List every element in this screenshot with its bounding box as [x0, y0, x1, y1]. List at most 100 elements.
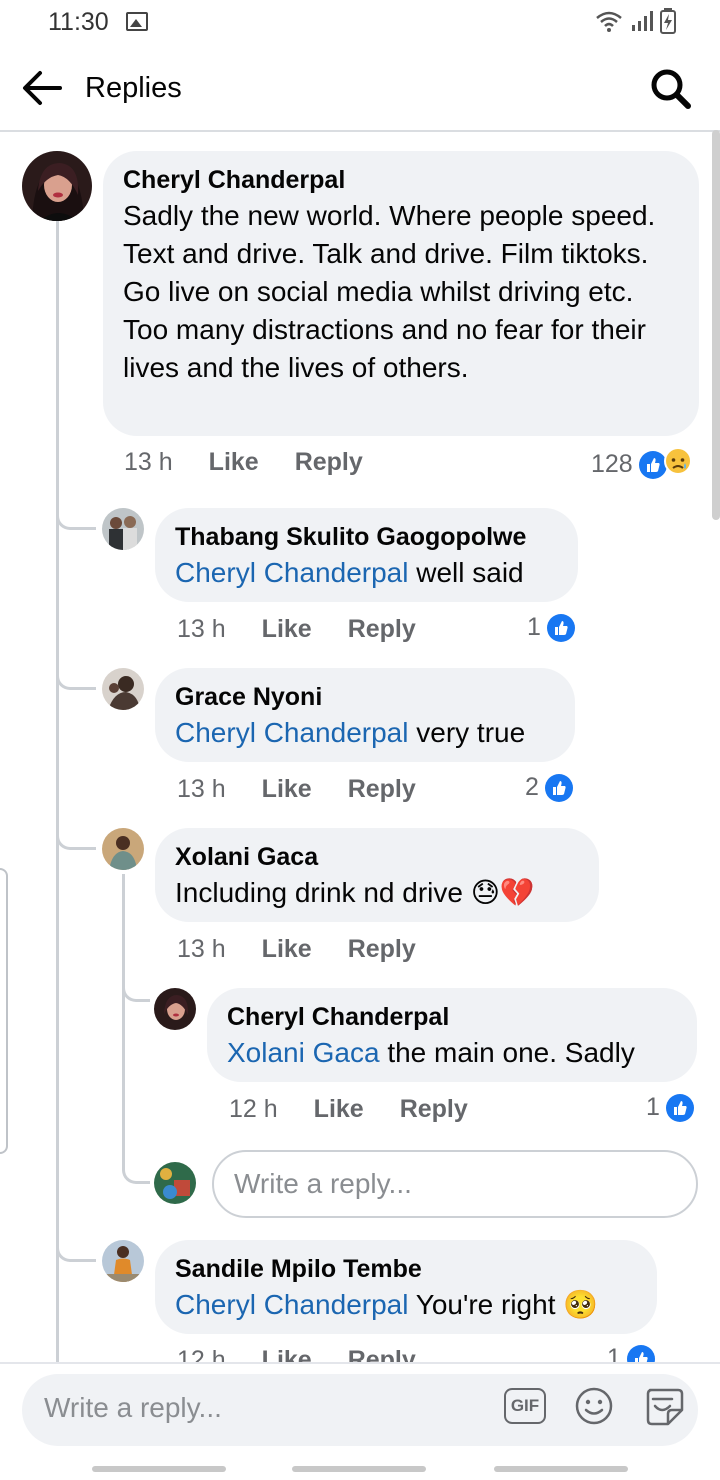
- like-button[interactable]: Like: [262, 615, 312, 644]
- current-user-avatar: [154, 1162, 196, 1204]
- like-button[interactable]: Like: [209, 448, 259, 477]
- avatar[interactable]: [154, 988, 196, 1030]
- picture-icon: [126, 12, 148, 31]
- mention-link[interactable]: Cheryl Chanderpal: [175, 1289, 408, 1320]
- comment-author[interactable]: Cheryl Chanderpal: [227, 1000, 677, 1034]
- thread-line: [56, 220, 59, 1362]
- comment-text: Cheryl Chanderpal very true: [175, 714, 555, 752]
- reaction-summary[interactable]: 1: [527, 613, 575, 642]
- sticker-icon[interactable]: [642, 1384, 686, 1428]
- comment-actions: 13 h Like Reply: [177, 935, 452, 964]
- comment-bubble[interactable]: Sandile Mpilo Tembe Cheryl Chanderpal Yo…: [155, 1240, 657, 1334]
- comment-author[interactable]: Grace Nyoni: [175, 680, 555, 714]
- nested-reply-input[interactable]: Write a reply...: [212, 1150, 698, 1218]
- comment-author[interactable]: Sandile Mpilo Tembe: [175, 1252, 637, 1286]
- reaction-count: 1: [527, 613, 541, 641]
- status-bar: 11:30: [0, 0, 720, 46]
- mention-link[interactable]: Cheryl Chanderpal: [175, 557, 408, 588]
- comment-text: Xolani Gaca the main one. Sadly: [227, 1034, 677, 1072]
- comment-thread: Cheryl Chanderpal Sadly the new world. W…: [0, 134, 720, 1362]
- back-arrow-icon[interactable]: [20, 68, 64, 108]
- comment-bubble[interactable]: Cheryl Chanderpal Xolani Gaca the main o…: [207, 988, 697, 1082]
- comment-time: 13 h: [124, 448, 173, 476]
- battery-icon: [660, 8, 676, 34]
- status-time: 11:30: [48, 8, 109, 36]
- comment-time: 12 h: [229, 1095, 278, 1123]
- comment-author[interactable]: Xolani Gaca: [175, 840, 579, 874]
- comment-text: Including drink nd drive 😓💔: [175, 877, 535, 908]
- comment-body: You're right 🥺: [408, 1289, 599, 1320]
- status-icons: [594, 8, 676, 34]
- like-button[interactable]: Like: [314, 1095, 364, 1124]
- like-button[interactable]: Like: [262, 775, 312, 804]
- comment-actions: 13 h Like Reply: [177, 615, 452, 644]
- search-icon[interactable]: [648, 66, 694, 112]
- thread-connector: [122, 972, 150, 1002]
- comment-body: the main one. Sadly: [379, 1037, 635, 1068]
- wifi-icon: [596, 11, 622, 32]
- like-button[interactable]: Like: [262, 935, 312, 964]
- comment-bubble[interactable]: Thabang Skulito Gaogopolwe Cheryl Chande…: [155, 508, 578, 602]
- thread-connector: [56, 500, 96, 530]
- comment-actions: 12 h Like Reply: [177, 1346, 452, 1362]
- reply-button[interactable]: Reply: [400, 1095, 468, 1124]
- reply-button[interactable]: Reply: [348, 615, 416, 644]
- comment-actions: 13 h Like Reply: [124, 448, 399, 477]
- thread-connector: [56, 660, 96, 690]
- reply-button[interactable]: Reply: [348, 935, 416, 964]
- comment-time: 13 h: [177, 615, 226, 643]
- avatar[interactable]: [102, 1240, 144, 1282]
- thread-line: [122, 874, 125, 1170]
- comment-author[interactable]: Cheryl Chanderpal: [123, 163, 679, 197]
- reaction-summary[interactable]: 1: [646, 1093, 694, 1122]
- reaction-count: 128: [591, 450, 633, 478]
- comment-bubble[interactable]: Grace Nyoni Cheryl Chanderpal very true: [155, 668, 575, 762]
- comment-author[interactable]: Thabang Skulito Gaogopolwe: [175, 520, 558, 554]
- reply-composer: Write a reply... GIF: [0, 1362, 720, 1480]
- like-icon: [626, 1344, 655, 1362]
- comment-time: 13 h: [177, 935, 226, 963]
- comment-body: very true: [408, 717, 526, 748]
- reaction-count: 2: [525, 773, 539, 801]
- comment-time: 12 h: [177, 1346, 226, 1362]
- comment-body: well said: [408, 557, 524, 588]
- avatar[interactable]: [102, 508, 144, 550]
- reaction-count: 1: [607, 1344, 621, 1362]
- reaction-summary[interactable]: 2: [525, 773, 573, 802]
- reply-button[interactable]: Reply: [348, 775, 416, 804]
- page-title: Replies: [85, 72, 182, 104]
- comment-text: Cheryl Chanderpal well said: [175, 554, 558, 592]
- thread-connector: [122, 1154, 150, 1184]
- mention-link[interactable]: Cheryl Chanderpal: [175, 717, 408, 748]
- avatar[interactable]: [102, 668, 144, 710]
- like-button[interactable]: Like: [262, 1346, 312, 1362]
- reply-button[interactable]: Reply: [295, 448, 363, 477]
- emoji-icon[interactable]: [574, 1386, 614, 1426]
- like-icon: [665, 1093, 694, 1122]
- reply-button[interactable]: Reply: [348, 1346, 416, 1362]
- mention-link[interactable]: Xolani Gaca: [227, 1037, 380, 1068]
- comment-actions: 13 h Like Reply: [177, 775, 452, 804]
- like-icon: [544, 773, 573, 802]
- avatar[interactable]: [22, 151, 92, 221]
- gif-icon[interactable]: GIF: [504, 1388, 546, 1424]
- like-icon: [546, 613, 575, 642]
- signal-icon: [632, 11, 653, 31]
- nav-gesture-bar[interactable]: [292, 1466, 426, 1472]
- comment-actions: 12 h Like Reply: [229, 1095, 504, 1124]
- comment-text: Cheryl Chanderpal You're right 🥺: [175, 1286, 637, 1324]
- reaction-summary[interactable]: 128: [591, 446, 693, 483]
- comment-text: Sadly the new world. Where people speed.…: [123, 200, 656, 383]
- nav-gesture-bar[interactable]: [494, 1466, 628, 1472]
- nested-reply-placeholder: Write a reply...: [234, 1168, 412, 1199]
- comment-bubble[interactable]: Cheryl Chanderpal Sadly the new world. W…: [103, 151, 699, 436]
- reaction-summary[interactable]: 1: [607, 1344, 655, 1362]
- thread-connector: [56, 820, 96, 850]
- comment-bubble[interactable]: Xolani Gaca Including drink nd drive 😓💔: [155, 828, 599, 922]
- thread-connector: [56, 1232, 96, 1262]
- comment-time: 13 h: [177, 775, 226, 803]
- nav-gesture-bar[interactable]: [92, 1466, 226, 1472]
- reply-input[interactable]: Write a reply... GIF: [22, 1374, 698, 1446]
- reaction-count: 1: [646, 1093, 660, 1121]
- avatar[interactable]: [102, 828, 144, 870]
